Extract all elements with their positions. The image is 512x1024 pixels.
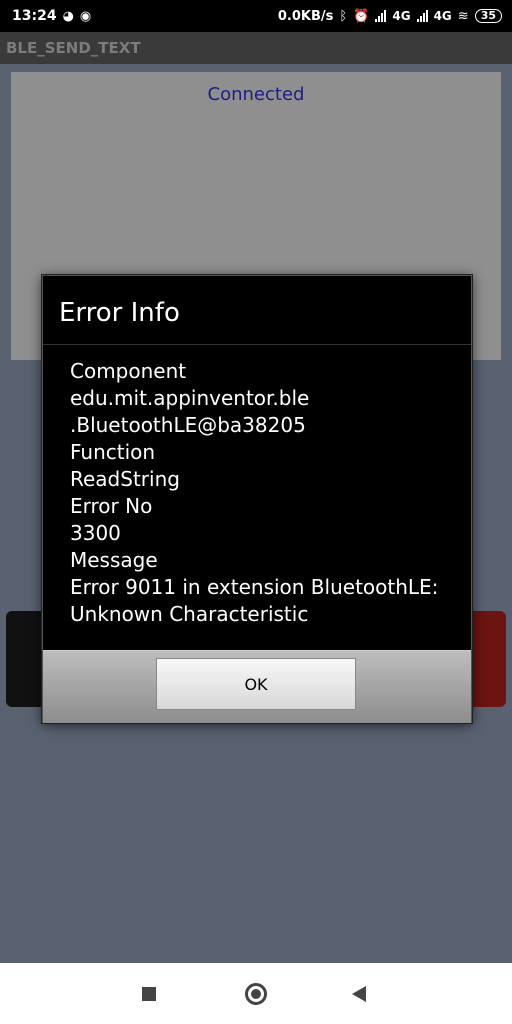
alarm-icon: ⏰	[353, 8, 370, 24]
message-line: Function	[70, 440, 156, 464]
net-speed: 0.0KB/s	[277, 8, 334, 24]
message-line: Unknown Characteristic	[70, 602, 309, 626]
app-title: BLE_SEND_TEXT	[6, 39, 141, 57]
wifi-icon: ≋	[457, 8, 469, 24]
home-circle-icon[interactable]	[245, 983, 267, 1005]
dialog-title: Error Info	[59, 298, 180, 328]
battery-icon: 35	[474, 9, 502, 23]
message-line: Error No	[70, 494, 153, 518]
message-line: ReadString	[70, 467, 180, 491]
status-bar: 13:24 ◕ ◉ 0.0KB/s ᛒ ⏰ 4G 4G ≋ 35	[0, 0, 512, 32]
signal-icon	[375, 10, 387, 22]
error-dialog: Error Info Component edu.mit.appinventor…	[42, 275, 472, 723]
message-line: edu.mit.appinventor.ble	[70, 386, 310, 410]
message-line: 3300	[70, 521, 121, 545]
status-right: 0.0KB/s ᛒ ⏰ 4G 4G ≋ 35	[278, 9, 502, 24]
message-line: Component	[70, 359, 187, 383]
record-icon: ◉	[79, 8, 92, 24]
app-title-bar: BLE_SEND_TEXT	[0, 32, 512, 64]
dialog-divider	[43, 344, 471, 345]
notification-icon: ◕	[62, 8, 74, 24]
navigation-bar	[0, 963, 512, 1024]
bluetooth-icon: ᛒ	[339, 8, 348, 24]
signal-icon-2	[416, 10, 428, 22]
message-line: Error 9011 in extension BluetoothLE:	[70, 575, 439, 599]
message-line: Message	[70, 548, 158, 572]
network-type-2: 4G	[433, 9, 452, 23]
message-line: .BluetoothLE@ba38205	[70, 413, 306, 437]
connection-status-label: Connected	[207, 84, 305, 105]
back-triangle-icon[interactable]	[352, 986, 366, 1002]
network-type-1: 4G	[392, 9, 411, 23]
ok-button[interactable]: OK	[156, 658, 356, 710]
status-time: 13:24	[12, 8, 57, 24]
recents-square-icon[interactable]	[142, 987, 156, 1001]
dialog-message: Component edu.mit.appinventor.ble .Bluet…	[70, 358, 460, 628]
dialog-footer: OK	[43, 650, 471, 723]
status-left: 13:24 ◕ ◉	[12, 8, 91, 24]
